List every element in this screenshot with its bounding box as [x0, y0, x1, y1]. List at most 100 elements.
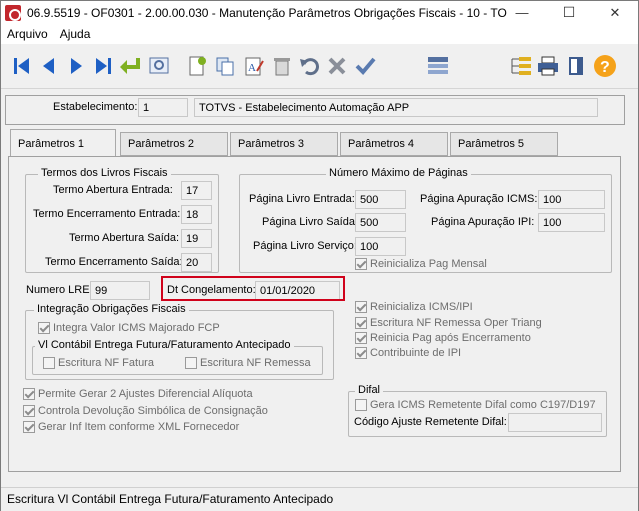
codigo-ajuste-label: Código Ajuste Remetente Difal: — [354, 416, 507, 428]
integra-icms-checkbox[interactable]: Integra Valor ICMS Majorado FCP — [38, 322, 220, 334]
prev-icon[interactable] — [36, 53, 62, 79]
controla-devolucao-checkbox[interactable]: Controla Devolução Simbólica de Consigna… — [23, 405, 268, 417]
checkbox-box — [355, 332, 367, 344]
reinicia-pag-apos-encerramento-label: Reinicia Pag após Encerramento — [370, 332, 531, 344]
escritura-nf-remessa-checkbox[interactable]: Escritura NF Remessa — [185, 357, 311, 369]
cancel-icon[interactable] — [324, 53, 350, 79]
gerar-inf-item-label: Gerar Inf Item conforme XML Fornecedor — [38, 421, 240, 433]
pagina-livro-servico-label: Página Livro Serviço: — [253, 240, 357, 252]
first-icon[interactable] — [9, 53, 35, 79]
checkbox-box — [23, 405, 35, 417]
permite-gerar-ajustes-label: Permite Gerar 2 Ajustes Diferencial Alíq… — [38, 388, 253, 400]
undo-icon[interactable] — [296, 53, 322, 79]
termo-encerramento-entrada-label: Termo Encerramento Entrada: — [33, 208, 181, 220]
reinicializa-icms-ipi-label: Reinicializa ICMS/IPI — [370, 301, 473, 313]
confirm-icon[interactable] — [352, 53, 378, 79]
pagina-apuracao-icms-label: Página Apuração ICMS: — [420, 193, 538, 205]
pagina-livro-saida-field[interactable]: 500 — [355, 213, 406, 232]
pagina-apuracao-ipi-field[interactable]: 100 — [538, 213, 605, 232]
codigo-ajuste-field[interactable] — [508, 413, 602, 432]
tab-parametros-5[interactable]: Parâmetros 5 — [450, 132, 558, 156]
integracao-title: Integração Obrigações Fiscais — [34, 303, 189, 315]
tab-parametros-1[interactable]: Parâmetros 1 — [10, 129, 116, 157]
checkbox-box — [355, 301, 367, 313]
edit-icon[interactable]: A — [241, 53, 267, 79]
exit-icon[interactable] — [563, 53, 589, 79]
checkbox-box — [355, 258, 367, 270]
termo-abertura-saida-label: Termo Abertura Saída: — [69, 232, 180, 244]
escritura-nf-fatura-label: Escritura NF Fatura — [58, 357, 154, 369]
delete-icon[interactable] — [269, 53, 295, 79]
print-icon[interactable] — [535, 53, 561, 79]
tab-parametros-4[interactable]: Parâmetros 4 — [340, 132, 448, 156]
tree-icon[interactable] — [508, 53, 534, 79]
estabelecimento-label: Estabelecimento: — [53, 101, 138, 113]
escritura-nf-remessa-oper-triang-label: Escritura NF Remessa Oper Triang — [370, 317, 542, 329]
numero-lre-field[interactable]: 99 — [90, 281, 150, 300]
escritura-nf-remessa-label: Escritura NF Remessa — [200, 357, 311, 369]
termo-encerramento-saida-field[interactable]: 20 — [181, 253, 212, 272]
reinicializa-pag-mensal-checkbox[interactable]: Reinicializa Pag Mensal — [355, 258, 487, 270]
permite-gerar-ajustes-checkbox[interactable]: Permite Gerar 2 Ajustes Diferencial Alíq… — [23, 388, 253, 400]
termo-abertura-saida-field[interactable]: 19 — [181, 229, 212, 248]
goto-icon[interactable] — [117, 53, 143, 79]
close-button[interactable]: ✕ — [592, 1, 638, 24]
pagina-livro-entrada-field[interactable]: 500 — [355, 190, 406, 209]
window-title: 06.9.5519 - OF0301 - 2.00.00.030 - Manut… — [27, 5, 507, 20]
highlight-box — [161, 276, 345, 301]
numero-lre-label: Numero LRE: — [26, 284, 93, 296]
menu-arquivo[interactable]: Arquivo — [1, 27, 54, 41]
termo-encerramento-entrada-field[interactable]: 18 — [181, 205, 212, 224]
controla-devolucao-label: Controla Devolução Simbólica de Consigna… — [38, 405, 268, 417]
termo-abertura-entrada-label: Termo Abertura Entrada: — [53, 184, 173, 196]
checkbox-box — [43, 357, 55, 369]
checkbox-box — [355, 399, 367, 411]
reinicializa-pag-mensal-label: Reinicializa Pag Mensal — [370, 258, 487, 270]
termo-encerramento-saida-label: Termo Encerramento Saída: — [45, 256, 183, 268]
checkbox-box — [355, 317, 367, 329]
status-bar: Escritura Vl Contábil Entrega Futura/Fat… — [1, 487, 638, 511]
pagina-apuracao-icms-field[interactable]: 100 — [538, 190, 605, 209]
difal-title: Difal — [355, 384, 384, 396]
list-icon[interactable] — [425, 53, 451, 79]
gera-icms-difal-label: Gera ICMS Remetente Difal como C197/D197 — [370, 399, 596, 411]
checkbox-box — [355, 347, 367, 359]
integra-icms-label: Integra Valor ICMS Majorado FCP — [53, 322, 220, 334]
checkbox-box — [23, 421, 35, 433]
next-icon[interactable] — [63, 53, 89, 79]
pagina-livro-servico-field[interactable]: 100 — [355, 237, 406, 256]
checkbox-box — [23, 388, 35, 400]
termo-abertura-entrada-field[interactable]: 17 — [181, 181, 212, 200]
paginas-title: Número Máximo de Páginas — [326, 167, 471, 179]
title-bar: 06.9.5519 - OF0301 - 2.00.00.030 - Manut… — [1, 1, 638, 24]
checkbox-box — [185, 357, 197, 369]
menu-bar: Arquivo Ajuda — [1, 24, 638, 44]
gera-icms-difal-checkbox[interactable]: Gera ICMS Remetente Difal como C197/D197 — [355, 399, 596, 411]
main-window: 06.9.5519 - OF0301 - 2.00.00.030 - Manut… — [0, 0, 639, 511]
reinicializa-icms-ipi-checkbox[interactable]: Reinicializa ICMS/IPI — [355, 301, 473, 313]
svg-text:A: A — [248, 62, 256, 74]
pagina-livro-entrada-label: Página Livro Entrada: — [249, 193, 355, 205]
search-icon[interactable] — [147, 53, 173, 79]
checkbox-box — [38, 322, 50, 334]
contribuinte-ipi-label: Contribuinte de IPI — [370, 347, 462, 359]
contribuinte-ipi-checkbox[interactable]: Contribuinte de IPI — [355, 347, 461, 359]
reinicia-pag-apos-encerramento-checkbox[interactable]: Reinicia Pag após Encerramento — [355, 332, 531, 344]
tab-parametros-2[interactable]: Parâmetros 2 — [120, 132, 228, 156]
new-icon[interactable] — [184, 53, 210, 79]
maximize-button[interactable]: ☐ — [546, 1, 592, 24]
toolbar: A ? — [1, 45, 638, 89]
svg-text:?: ? — [600, 59, 610, 76]
gerar-inf-item-checkbox[interactable]: Gerar Inf Item conforme XML Fornecedor — [23, 421, 239, 433]
escritura-nf-remessa-oper-triang-checkbox[interactable]: Escritura NF Remessa Oper Triang — [355, 317, 542, 329]
copy-icon[interactable] — [212, 53, 238, 79]
tab-parametros-3[interactable]: Parâmetros 3 — [230, 132, 338, 156]
escritura-nf-fatura-checkbox[interactable]: Escritura NF Fatura — [43, 357, 154, 369]
last-icon[interactable] — [90, 53, 116, 79]
vl-contabil-title: Vl Contábil Entrega Futura/Faturamento A… — [35, 339, 294, 351]
app-logo-icon — [5, 4, 21, 21]
minimize-button[interactable]: — — [499, 1, 545, 24]
help-icon[interactable]: ? — [592, 53, 618, 79]
estabelecimento-code-field[interactable]: 1 — [138, 98, 188, 117]
menu-ajuda[interactable]: Ajuda — [54, 27, 97, 41]
